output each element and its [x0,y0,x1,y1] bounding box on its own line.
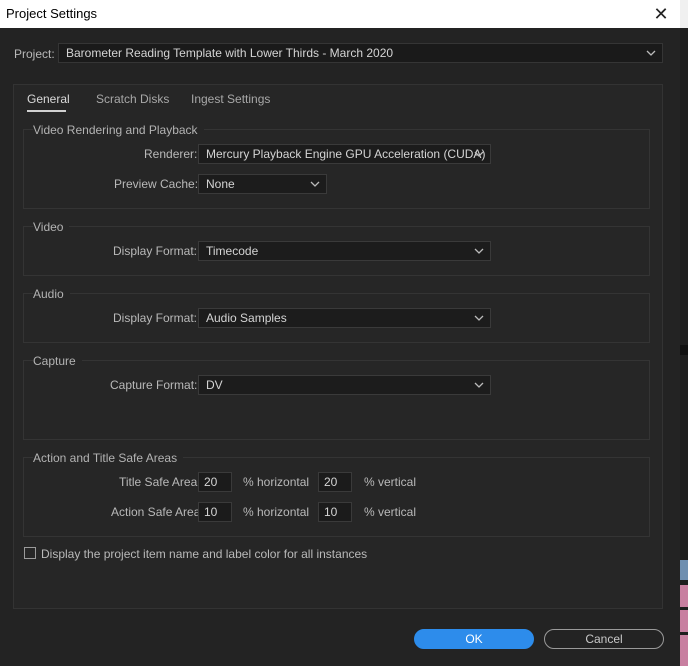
preview-cache-label: Preview Cache: [114,177,199,191]
renderer-value: Mercury Playback Engine GPU Acceleration… [206,147,486,161]
action-safe-vertical-unit: % vertical [364,505,417,519]
video-rendering-title: Video Rendering and Playback [33,123,204,137]
active-tab-indicator [27,110,66,112]
chevron-down-icon [474,315,484,321]
video-rendering-group [23,129,650,209]
safe-areas-title: Action and Title Safe Areas [33,451,184,465]
project-value: Barometer Reading Template with Lower Th… [66,46,394,60]
capture-format-value: DV [206,378,223,392]
tab-ingest-settings[interactable]: Ingest Settings [191,92,270,106]
chevron-down-icon [474,248,484,254]
tab-scratch-disks[interactable]: Scratch Disks [96,92,169,106]
chevron-down-icon [310,181,320,187]
video-display-format-label: Display Format: [113,244,198,258]
project-dropdown[interactable]: Barometer Reading Template with Lower Th… [58,43,663,63]
action-safe-area-label: Action Safe Area [111,505,201,519]
capture-group-title: Capture [33,354,82,368]
cancel-button[interactable]: Cancel [544,629,664,649]
action-safe-horizontal-field[interactable]: 10 [198,502,232,522]
dialog-title: Project Settings [6,6,98,21]
video-display-format-value: Timecode [206,244,259,258]
chevron-down-icon [474,382,484,388]
title-safe-horizontal-field[interactable]: 20 [198,472,232,492]
audio-display-format-label: Display Format: [113,311,198,325]
title-safe-horizontal-unit: % horizontal [243,475,310,489]
ok-button[interactable]: OK [414,629,534,649]
video-display-format-dropdown[interactable]: Timecode [198,241,491,261]
title-safe-area-label: Title Safe Area [119,475,198,489]
audio-group-title: Audio [33,287,70,301]
preview-cache-dropdown[interactable]: None [198,174,327,194]
background-app-strip [680,0,688,666]
audio-display-format-value: Audio Samples [206,311,287,325]
safe-areas-group [23,457,650,537]
preview-cache-value: None [206,177,235,191]
capture-group [23,360,650,440]
renderer-dropdown[interactable]: Mercury Playback Engine GPU Acceleration… [198,144,491,164]
title-bar: Project Settings ✕ [0,0,680,28]
chevron-down-icon [474,151,484,157]
audio-display-format-dropdown[interactable]: Audio Samples [198,308,491,328]
title-safe-vertical-unit: % vertical [364,475,417,489]
title-safe-vertical-field[interactable]: 20 [318,472,352,492]
project-label: Project: [14,47,55,61]
display-item-name-label: Display the project item name and label … [41,547,368,561]
capture-format-label: Capture Format: [110,378,198,392]
renderer-label: Renderer: [144,147,198,161]
close-icon[interactable]: ✕ [650,3,672,25]
video-group-title: Video [33,220,70,234]
chevron-down-icon [646,50,656,56]
project-settings-dialog: Project Settings ✕ Project: Barometer Re… [0,0,688,666]
display-item-name-checkbox[interactable] [24,547,36,559]
tab-general[interactable]: General [27,92,70,106]
action-safe-vertical-field[interactable]: 10 [318,502,352,522]
capture-format-dropdown[interactable]: DV [198,375,491,395]
action-safe-horizontal-unit: % horizontal [243,505,310,519]
